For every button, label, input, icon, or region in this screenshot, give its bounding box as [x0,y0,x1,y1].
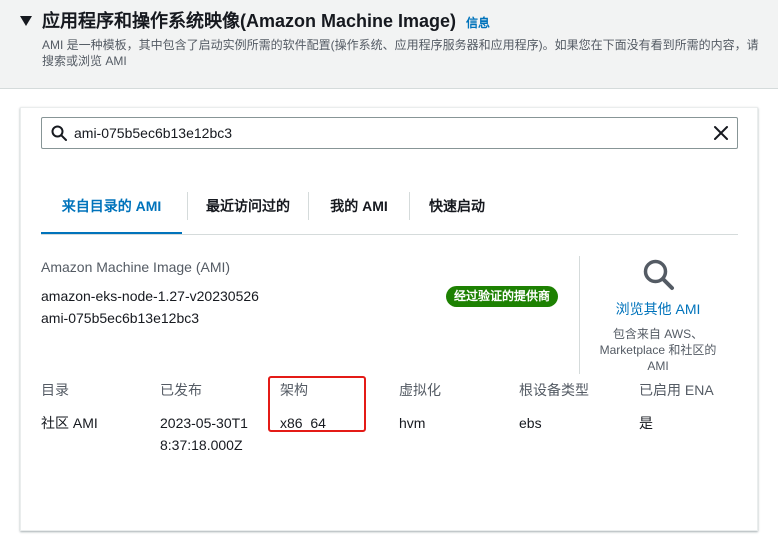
ami-name: amazon-eks-node-1.27-v20230526 [41,288,259,304]
detail-virtualization: 虚拟化 hvm [399,381,509,434]
detail-header: 根设备类型 [519,382,589,398]
detail-value: hvm [399,415,426,431]
detail-value: 2023-05-30T18:37:18.000Z [160,415,248,453]
vertical-divider [579,256,580,374]
detail-header: 已启用 ENA [639,382,714,398]
tab-my-ami[interactable]: 我的 AMI [309,180,409,234]
detail-ena-enabled: 已启用 ENA 是 [639,381,749,434]
ami-search-input[interactable] [74,118,694,148]
ami-section: 应用程序和操作系统映像(Amazon Machine Image) 信息 AMI… [0,0,778,538]
tab-quick-start[interactable]: 快速启动 [410,180,504,234]
verified-provider-badge: 经过验证的提供商 [446,286,559,307]
browse-more-ami-link[interactable]: 浏览其他 AMI [596,299,720,319]
browse-description: 包含来自 AWS、Marketplace 和社区的 AMI [599,327,717,373]
section-header: 应用程序和操作系统映像(Amazon Machine Image) 信息 AMI… [0,0,778,88]
detail-value: ebs [519,415,542,431]
ami-section-label: Amazon Machine Image (AMI) [41,259,231,275]
detail-header: 目录 [41,382,69,398]
architecture-highlight-box [268,376,366,432]
search-icon[interactable] [642,258,676,292]
detail-published: 已发布 2023-05-30T18:37:18.000Z [160,381,256,456]
ami-search-box[interactable] [41,117,738,149]
caret-down-icon[interactable] [20,16,32,26]
search-icon [51,125,67,141]
section-title[interactable]: 应用程序和操作系统映像(Amazon Machine Image) [42,10,456,32]
detail-catalog: 目录 社区 AMI [41,381,151,434]
ami-id: ami-075b5ec6b13e12bc3 [41,310,200,326]
detail-header: 已发布 [160,382,202,398]
detail-value: 是 [639,415,653,431]
tab-catalog-ami[interactable]: 来自目录的 AMI [41,180,182,234]
close-icon[interactable] [713,125,729,141]
detail-header: 虚拟化 [399,382,441,398]
tab-recently-viewed[interactable]: 最近访问过的 [188,180,308,234]
ami-tabs: 来自目录的 AMI 最近访问过的 我的 AMI 快速启动 [41,180,738,234]
tabs-underline [41,234,738,235]
detail-value: 社区 AMI [41,415,98,431]
detail-root-device-type: 根设备类型 ebs [519,381,629,434]
info-link[interactable]: 信息 [466,14,490,31]
section-description: AMI 是一种模板，其中包含了启动实例所需的软件配置(操作系统、应用程序服务器和… [42,38,759,68]
